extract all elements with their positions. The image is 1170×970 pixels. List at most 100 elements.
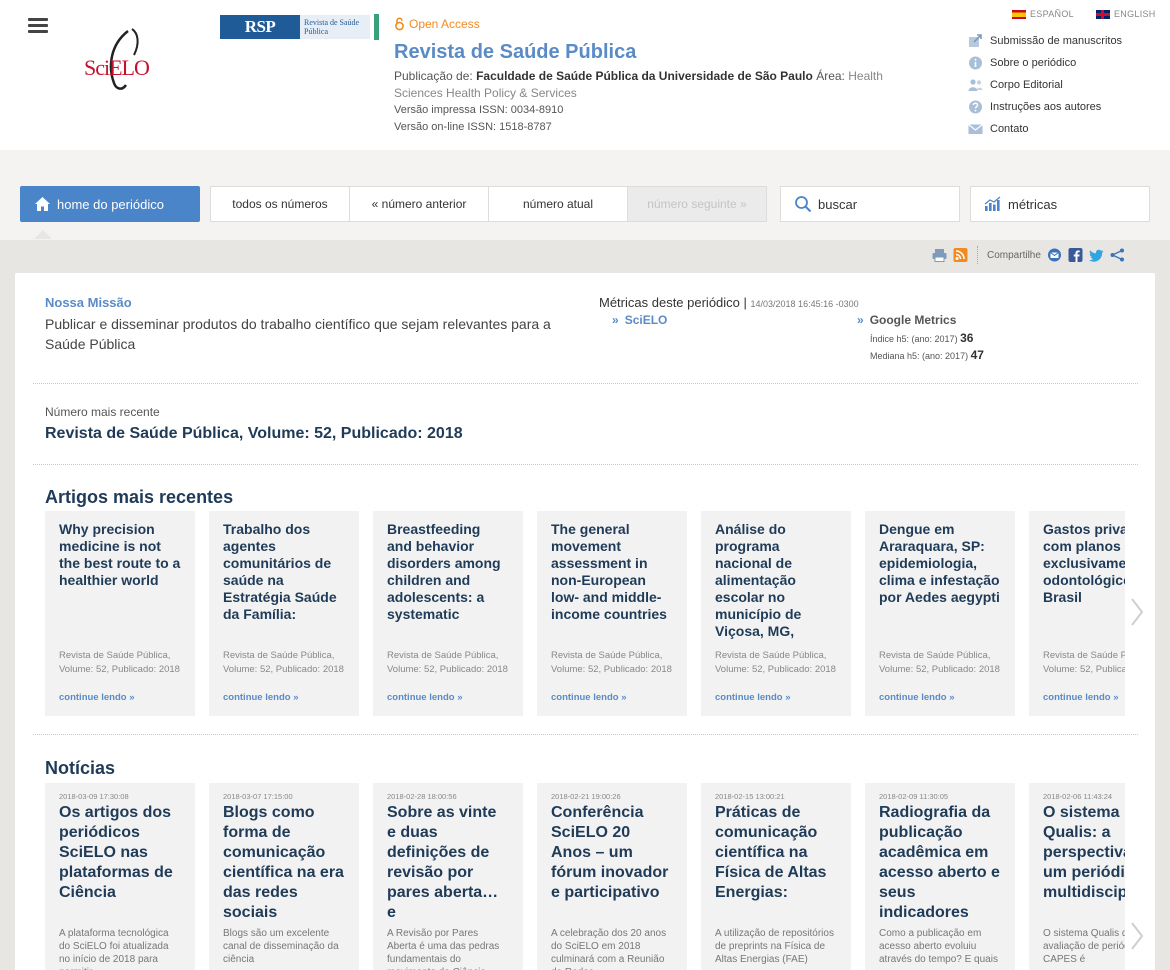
article-title[interactable]: Análise do programa nacional de alimenta… — [715, 521, 837, 641]
lang-es-link[interactable]: ESPAÑOL — [1012, 9, 1074, 19]
submit-icon — [968, 34, 983, 48]
nav-all-issues-button[interactable]: todos os números — [211, 187, 350, 221]
nav-home-button[interactable]: home do periódico — [20, 186, 200, 222]
article-card[interactable]: Breastfeeding and behavior disorders amo… — [373, 511, 523, 716]
rsp-logo-main: RSP — [220, 15, 300, 39]
link-submission[interactable]: Submissão de manuscritos — [968, 30, 1122, 52]
article-card[interactable]: Análise do programa nacional de alimenta… — [701, 511, 851, 716]
continue-reading-link[interactable]: continue lendo » — [387, 692, 462, 703]
news-title[interactable]: Os artigos dos periódicos SciELO nas pla… — [59, 803, 181, 923]
lang-en-link[interactable]: ENGLISH — [1096, 9, 1156, 19]
link-instructions[interactable]: Instruções aos autores — [968, 96, 1122, 118]
article-card[interactable]: Gastos privados com planos exclusivament… — [1029, 511, 1125, 716]
nav-prev-issue-button[interactable]: « número anterior — [350, 187, 489, 221]
news-date: 2018-02-15 13:00:21 — [715, 792, 785, 801]
news-title[interactable]: Práticas de comunicação científica na Fí… — [715, 803, 837, 923]
nav-metrics-label: métricas — [1008, 196, 1058, 212]
news-title[interactable]: Sobre as vinte e duas definições de revi… — [387, 803, 509, 923]
rss-icon[interactable] — [953, 248, 968, 262]
arrow-right-icon: » — [857, 313, 864, 327]
facebook-icon[interactable] — [1068, 248, 1083, 262]
scielo-logo-text: SciELO — [84, 55, 150, 80]
news-section-title: Notícias — [45, 758, 116, 778]
metrics-google-link[interactable]: » Google Metrics — [857, 313, 956, 327]
chevron-right-icon[interactable] — [1130, 598, 1144, 626]
article-card[interactable]: Trabalho dos agentes comunitários de saú… — [209, 511, 359, 716]
twitter-icon[interactable] — [1089, 248, 1104, 262]
continue-reading-link[interactable]: continue lendo » — [715, 692, 790, 703]
open-lock-icon — [395, 17, 404, 31]
article-meta: Revista de Saúde Pública, Volume: 52, Pu… — [715, 650, 836, 675]
nav-metrics-button[interactable]: métricas — [970, 186, 1150, 222]
news-excerpt: A Revisão por Pares Aberta é uma das ped… — [387, 928, 500, 970]
link-contact-label: Contato — [990, 123, 1029, 135]
news-date: 2018-03-07 17:15:00 — [223, 792, 293, 801]
article-title[interactable]: Breastfeeding and behavior disorders amo… — [387, 521, 509, 641]
article-title[interactable]: Gastos privados com planos exclusivament… — [1043, 521, 1125, 641]
h5-index-label: Índice h5: (ano: 2017) — [870, 334, 958, 344]
articles-section-title: Artigos mais recentes — [45, 487, 234, 507]
news-date: 2018-02-09 11:30:05 — [879, 792, 949, 801]
mission-text: Publicar e disseminar produtos do trabal… — [45, 316, 551, 352]
continue-reading-link[interactable]: continue lendo » — [1043, 692, 1118, 703]
nav-search-button[interactable]: buscar — [780, 186, 960, 222]
share-icon[interactable] — [1110, 248, 1125, 262]
journal-title[interactable]: Revista de Saúde Pública — [394, 41, 636, 64]
continue-reading-link[interactable]: continue lendo » — [59, 692, 134, 703]
news-card[interactable]: 2018-02-06 11:43:24 O sistema Qualis: a … — [1029, 783, 1125, 970]
nav-bar: home do periódico todos os números « núm… — [0, 150, 1170, 240]
news-title[interactable]: O sistema Qualis: a perspectiva de um pe… — [1043, 803, 1125, 923]
chevron-right-icon[interactable] — [1130, 922, 1144, 950]
email-share-icon[interactable] — [1047, 248, 1062, 262]
article-card[interactable]: Why precision medicine is not the best r… — [45, 511, 195, 716]
news-date: 2018-03-09 17:30:08 — [59, 792, 129, 801]
news-excerpt: Blogs são um excelente canal de dissemin… — [223, 928, 339, 965]
recent-issue-link[interactable]: Revista de Saúde Pública, Volume: 52, Pu… — [45, 425, 463, 443]
news-card[interactable]: 2018-02-15 13:00:21 Práticas de comunica… — [701, 783, 851, 970]
article-title[interactable]: The general movement assessment in non-E… — [551, 521, 673, 641]
news-carousel: 2018-03-09 17:30:08 Os artigos dos perió… — [45, 783, 1125, 970]
article-title[interactable]: Dengue em Araraquara, SP: epidemiologia,… — [879, 521, 1001, 641]
rsp-logo[interactable]: RSP Revista de Saúde Pública — [220, 15, 370, 39]
nav-home-label: home do periódico — [57, 196, 164, 212]
news-card[interactable]: 2018-02-09 11:30:05 Radiografia da publi… — [865, 783, 1015, 970]
menu-icon[interactable] — [28, 18, 48, 34]
article-card[interactable]: The general movement assessment in non-E… — [537, 511, 687, 716]
issue-navigation: todos os números « número anterior númer… — [210, 186, 767, 222]
continue-reading-link[interactable]: continue lendo » — [879, 692, 954, 703]
search-icon — [795, 196, 812, 213]
rsp-logo-sub: Revista de Saúde Pública — [300, 15, 370, 39]
link-about-label: Sobre o periódico — [990, 57, 1077, 69]
users-icon — [968, 78, 983, 92]
news-card[interactable]: 2018-03-09 17:30:08 Os artigos dos perió… — [45, 783, 195, 970]
h5-median: Mediana h5: (ano: 2017) 47 — [870, 348, 984, 362]
article-meta: Revista de Saúde Pública, Volume: 52, Pu… — [387, 650, 508, 675]
nav-next-issue-button: número seguinte » — [628, 187, 766, 221]
news-excerpt: Como a publicação em acesso aberto evolu… — [879, 928, 998, 965]
journal-home-card: Nossa Missão Publicar e disseminar produ… — [15, 273, 1155, 970]
article-title[interactable]: Why precision medicine is not the best r… — [59, 521, 181, 641]
news-card[interactable]: 2018-02-28 18:00:56 Sobre as vinte e dua… — [373, 783, 523, 970]
scielo-logo[interactable]: SciELO — [80, 25, 160, 95]
link-contact[interactable]: Contato — [968, 118, 1122, 140]
news-card[interactable]: 2018-02-21 19:00:26 Conferência SciELO 2… — [537, 783, 687, 970]
print-icon[interactable] — [932, 248, 947, 262]
metrics-scielo-link[interactable]: » SciELO — [612, 313, 667, 327]
help-icon — [968, 100, 983, 114]
nav-current-issue-button[interactable]: número atual — [489, 187, 628, 221]
news-excerpt: A celebração dos 20 anos do SciELO em 20… — [551, 928, 667, 970]
article-title[interactable]: Trabalho dos agentes comunitários de saú… — [223, 521, 345, 641]
link-about[interactable]: Sobre o periódico — [968, 52, 1122, 74]
link-editorial-board[interactable]: Corpo Editorial — [968, 74, 1122, 96]
area-label: Área: — [816, 69, 845, 83]
continue-reading-link[interactable]: continue lendo » — [223, 692, 298, 703]
news-title[interactable]: Blogs como forma de comunicação científi… — [223, 803, 345, 923]
news-title[interactable]: Conferência SciELO 20 Anos – um fórum in… — [551, 803, 673, 923]
article-meta: Revista de Saúde Pública, Volume: 52, Pu… — [1043, 650, 1125, 675]
news-card[interactable]: 2018-03-07 17:15:00 Blogs como forma de … — [209, 783, 359, 970]
continue-reading-link[interactable]: continue lendo » — [551, 692, 626, 703]
link-instructions-label: Instruções aos autores — [990, 101, 1102, 113]
news-title[interactable]: Radiografia da publicação acadêmica em a… — [879, 803, 1001, 923]
article-card[interactable]: Dengue em Araraquara, SP: epidemiologia,… — [865, 511, 1015, 716]
open-access-label: Open Access — [409, 17, 480, 31]
